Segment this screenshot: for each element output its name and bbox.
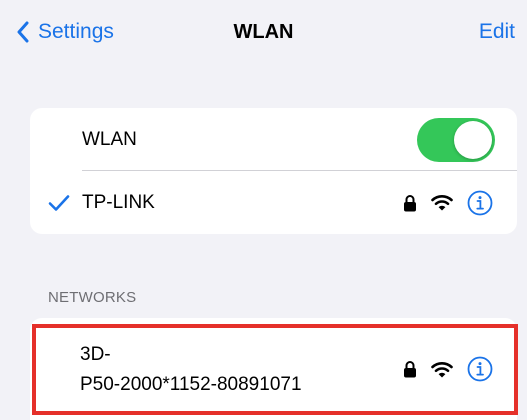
checkmark-icon [48, 194, 70, 211]
info-icon[interactable] [467, 190, 493, 216]
toggle-knob [454, 120, 492, 159]
network-row[interactable]: 3D- P50-2000*1152-80891071 [30, 318, 517, 420]
wifi-icon [431, 195, 453, 211]
networks-card: 3D- P50-2000*1152-80891071 [30, 318, 517, 420]
wifi-icon [431, 361, 453, 377]
wlan-toggle[interactable] [417, 117, 495, 162]
wlan-card: WLAN TP-LINK [30, 108, 517, 234]
back-button-label: Settings [38, 20, 114, 43]
lock-icon [404, 361, 416, 378]
wlan-toggle-label: WLAN [82, 128, 137, 150]
connected-network-row[interactable]: TP-LINK [30, 171, 517, 234]
navigation-bar: Settings WLAN Edit [0, 0, 527, 64]
networks-section-header: NETWORKS [48, 289, 137, 306]
network-name-line1: 3D- [80, 344, 111, 365]
network-name-line2: P50-2000*1152-80891071 [80, 374, 302, 395]
lock-icon [404, 194, 416, 211]
back-button[interactable]: Settings [16, 15, 114, 49]
edit-button[interactable]: Edit [479, 15, 515, 49]
network-icons [403, 356, 493, 382]
network-name: 3D- P50-2000*1152-80891071 [80, 340, 380, 400]
wlan-toggle-row: WLAN [30, 108, 517, 171]
chevron-left-icon [17, 21, 29, 43]
info-icon[interactable] [467, 356, 493, 382]
connected-network-icons [403, 190, 493, 216]
connected-network-name: TP-LINK [82, 191, 155, 213]
